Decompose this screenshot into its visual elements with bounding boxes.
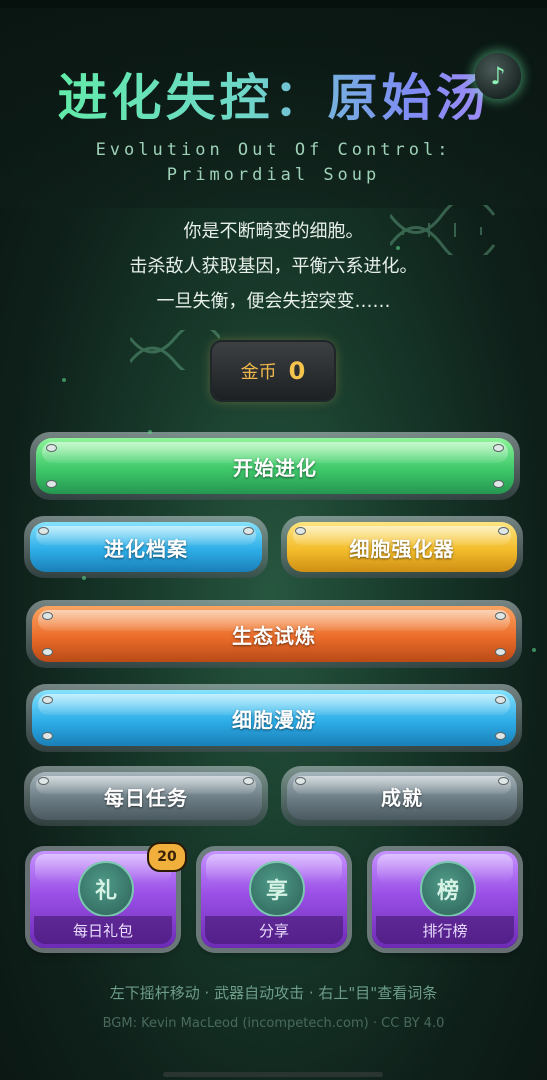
- rivet: [495, 732, 506, 740]
- coin-label: 金币: [240, 362, 277, 383]
- leaderboard-card[interactable]: 榜 排行榜: [372, 851, 518, 948]
- music-note-icon: ♪: [490, 62, 506, 90]
- status-bar: [0, 0, 547, 8]
- particle: [82, 576, 86, 580]
- eco-trial-label: 生态试炼: [232, 623, 316, 648]
- evolution-archive-button[interactable]: 进化档案: [24, 516, 268, 578]
- daily-tasks-label: 每日任务: [104, 785, 188, 810]
- leaderboard-icon: 榜: [420, 861, 476, 917]
- music-toggle-button[interactable]: ♪: [475, 53, 521, 99]
- rivet: [493, 480, 504, 488]
- intro-text: 你是不断畸变的细胞。 击杀敌人获取基因，平衡六系进化。 一旦失衡，便会失控突变……: [0, 214, 547, 319]
- gift-icon: 礼: [78, 861, 134, 917]
- particle: [532, 648, 536, 652]
- cell-enhancer-button[interactable]: 细胞强化器: [281, 516, 523, 578]
- music-credit: BGM: Kevin MacLeod (incompetech.com) · C…: [102, 1016, 445, 1031]
- rivet: [493, 444, 504, 452]
- share-icon: 享: [249, 861, 305, 917]
- rivet: [42, 612, 53, 620]
- coin-value: 0: [288, 357, 306, 385]
- rivet: [38, 527, 49, 535]
- controls-hint: 左下摇杆移动 · 武器自动攻击 · 右上"目"查看词条: [109, 984, 438, 1002]
- eco-trial-button[interactable]: 生态试炼: [26, 600, 522, 668]
- intro-line: 击杀敌人获取基因，平衡六系进化。: [129, 256, 418, 277]
- rivet: [243, 527, 254, 535]
- particle: [62, 378, 66, 382]
- start-evolution-button[interactable]: 开始进化: [30, 432, 520, 500]
- share-label: 分享: [205, 916, 343, 944]
- rivet: [42, 696, 53, 704]
- rivet: [46, 480, 57, 488]
- intro-line: 你是不断畸变的细胞。: [183, 221, 364, 242]
- intro-line: 一旦失衡，便会失控突变……: [156, 291, 391, 312]
- rivet: [295, 777, 306, 785]
- rivet: [38, 777, 49, 785]
- gift-count-badge: 20: [147, 842, 187, 872]
- rivet: [495, 612, 506, 620]
- particle: [148, 430, 152, 434]
- cell-enhancer-label: 细胞强化器: [349, 536, 455, 561]
- dna-decoration-icon: [130, 330, 220, 370]
- evolution-archive-label: 进化档案: [104, 536, 188, 561]
- leaderboard-label: 排行榜: [376, 916, 514, 944]
- rivet: [295, 527, 306, 535]
- rivet: [498, 527, 509, 535]
- coin-counter: 金币 0: [212, 342, 334, 400]
- rivet: [42, 732, 53, 740]
- game-title: 进化失控：原始汤: [0, 58, 547, 130]
- daily-tasks-button[interactable]: 每日任务: [24, 766, 268, 826]
- cell-roam-label: 细胞漫游: [232, 707, 316, 732]
- rivet: [243, 777, 254, 785]
- cell-roam-button[interactable]: 细胞漫游: [26, 684, 522, 752]
- achievements-label: 成就: [381, 785, 423, 810]
- start-evolution-label: 开始进化: [233, 455, 317, 480]
- rivet: [46, 444, 57, 452]
- rivet: [495, 648, 506, 656]
- share-card[interactable]: 享 分享: [201, 851, 347, 948]
- game-subtitle: Evolution Out Of Control: Primordial Sou…: [95, 140, 452, 185]
- rivet: [495, 696, 506, 704]
- home-indicator[interactable]: [163, 1072, 383, 1077]
- rivet: [498, 777, 509, 785]
- rivet: [42, 648, 53, 656]
- achievements-button[interactable]: 成就: [281, 766, 523, 826]
- daily-gift-label: 每日礼包: [34, 916, 172, 944]
